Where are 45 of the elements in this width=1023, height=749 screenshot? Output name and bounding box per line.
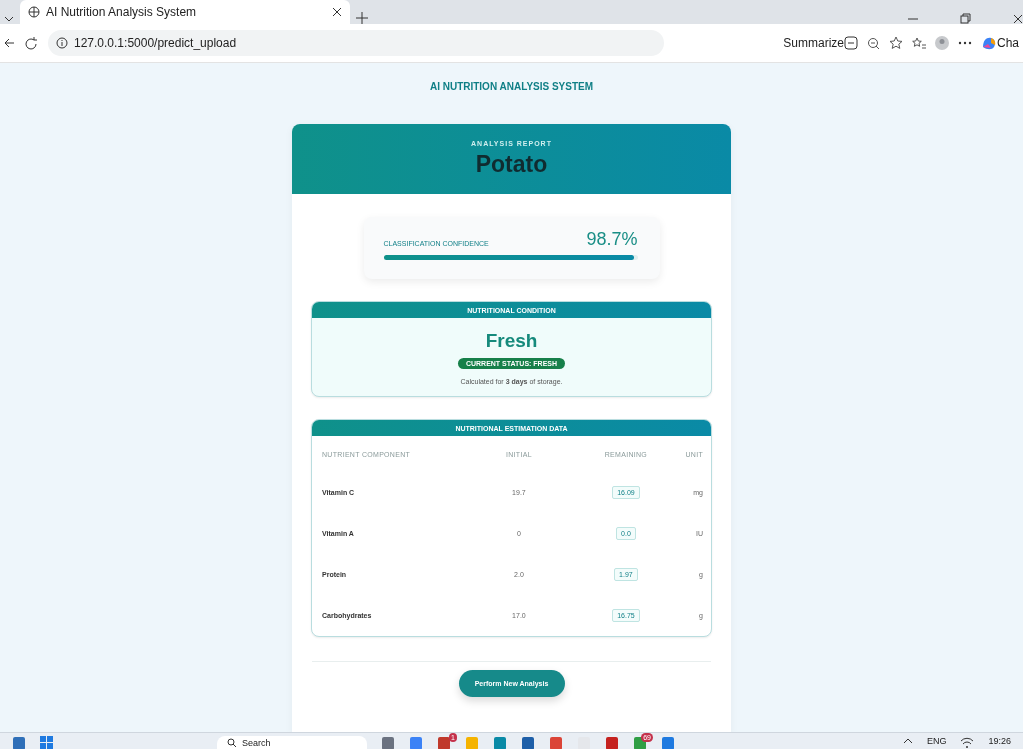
app-icon — [605, 736, 619, 749]
address-bar[interactable]: 127.0.0.1:5000/predict_upload — [48, 30, 664, 56]
url-text: 127.0.0.1:5000/predict_upload — [74, 36, 237, 50]
condition-status: Fresh — [485, 330, 538, 352]
app-icon — [465, 736, 479, 749]
favorites-icon — [912, 36, 926, 50]
taskbar-search[interactable]: Search — [217, 736, 367, 749]
app-icon — [661, 736, 675, 749]
copilot-button[interactable]: Cha — [981, 35, 1019, 51]
confidence-value: 98.7% — [586, 229, 638, 250]
profile-icon — [935, 36, 949, 50]
tab-title: AI Nutrition Analysis System — [46, 5, 198, 19]
copilot-icon — [981, 35, 997, 51]
zoom-icon — [867, 36, 880, 50]
widgets-icon — [12, 736, 26, 749]
summarize-button[interactable]: Summarize — [783, 36, 858, 50]
close-icon — [332, 7, 342, 17]
reload-icon — [25, 36, 38, 50]
chevron-up-icon — [902, 736, 913, 746]
copilot-label: Cha — [997, 36, 1019, 50]
app-title: AI NUTRITION ANALYSIS SYSTEM — [429, 81, 594, 92]
app-icon — [409, 736, 423, 749]
language-indicator[interactable]: ENG — [926, 736, 947, 746]
chevron-icon — [4, 14, 14, 24]
summarize-icon — [844, 36, 858, 50]
close-icon — [1013, 14, 1023, 24]
clock[interactable]: 19:26 — [988, 736, 1011, 746]
globe-icon — [28, 6, 40, 18]
food-name: Potato — [475, 151, 548, 178]
app-icon — [549, 736, 563, 749]
app-icon — [493, 736, 507, 749]
more-icon — [958, 40, 972, 46]
search-placeholder: Search — [242, 738, 271, 748]
info-icon — [56, 37, 68, 49]
star-icon — [889, 36, 903, 50]
plus-icon — [356, 12, 368, 24]
restore-icon — [960, 13, 971, 24]
back-icon — [4, 37, 15, 49]
app-icon — [437, 736, 451, 749]
search-icon — [227, 738, 237, 748]
start-icon — [40, 736, 53, 749]
app-icon — [381, 736, 395, 749]
browser-tab[interactable]: AI Nutrition Analysis System — [20, 0, 350, 24]
wifi-icon — [960, 736, 975, 748]
app-icon — [521, 736, 535, 749]
